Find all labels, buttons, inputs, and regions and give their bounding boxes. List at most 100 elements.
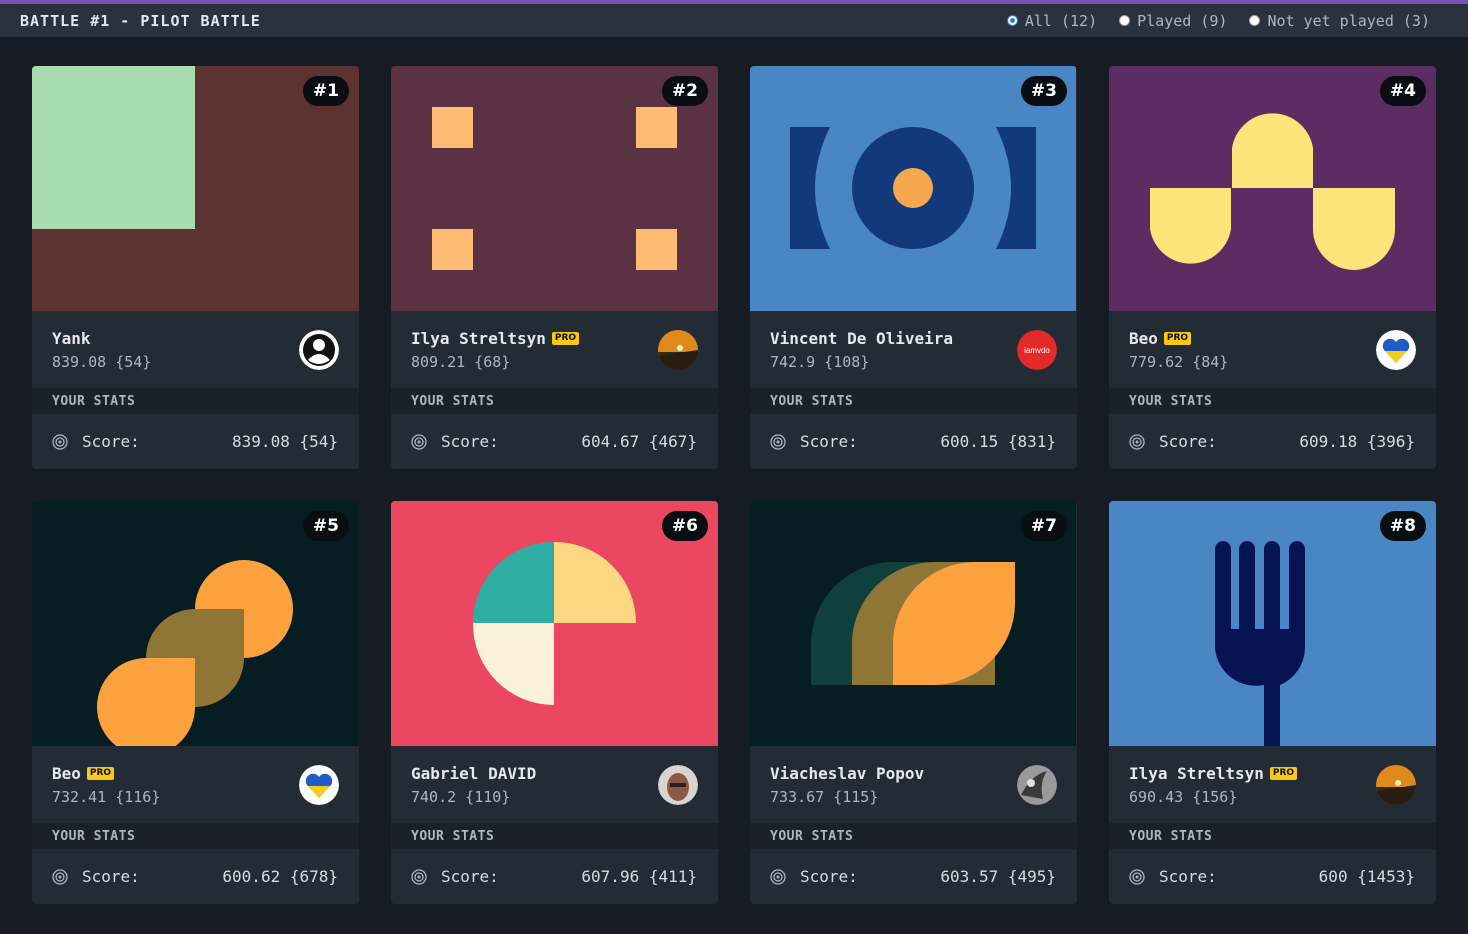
target-card[interactable]: #7 Viacheslav Popov 733.67 {115} YOUR ST… [750,501,1077,904]
your-score-value: 839.08 {54} [232,432,338,451]
target-icon [52,433,68,450]
your-stats-row: Score: 839.08 {54} [32,414,359,469]
player-info: Ilya Streltsyn PRO 809.21 {68} [391,311,718,388]
target-image[interactable]: #4 [1109,66,1436,311]
player-info: Vincent De Oliveira 742.9 {108} iamvdo [750,311,1077,388]
player-score: 779.62 {84} [1129,353,1229,371]
your-score-value: 600 {1453} [1318,867,1415,886]
target-icon [411,868,427,885]
target-image[interactable]: #2 [391,66,718,311]
target-card[interactable]: #6 Gabriel DAVID 740.2 {110} YOUR STATS … [391,501,718,904]
player-name[interactable]: Ilya Streltsyn PRO [411,329,580,348]
target-icon [1129,868,1145,885]
rank-badge: #1 [302,76,349,106]
player-name-text: Ilya Streltsyn [411,329,546,348]
player-info: Beo PRO 779.62 {84} [1109,311,1436,388]
rank-badge: #7 [1020,511,1067,541]
target-image[interactable]: #3 [750,66,1077,311]
filter-not-played[interactable]: Not yet played (3) [1249,12,1430,30]
player-name[interactable]: Viacheslav Popov [770,764,924,783]
score-label: Score: [441,867,499,886]
page-title: BATTLE #1 - PILOT BATTLE [20,11,261,30]
pro-badge: PRO [551,332,580,345]
target-grid: #1 Yank 839.08 {54} YOUR STATS Score: 83… [32,66,1436,904]
filter-played-label: Played (9) [1137,11,1228,30]
your-score-value: 600.62 {678} [222,867,338,886]
your-stats-row: Score: 607.96 {411} [391,849,718,904]
score-label: Score: [800,432,858,451]
filter-group: All (12) Played (9) Not yet played (3) [1006,12,1468,30]
top-bar: BATTLE #1 - PILOT BATTLE All (12) Played… [0,4,1468,37]
rank-badge: #8 [1379,511,1426,541]
your-score-value: 604.67 {467} [581,432,697,451]
player-name[interactable]: Yank [52,329,91,348]
score-label: Score: [800,867,858,886]
rank-badge: #6 [661,511,708,541]
heart-avatar[interactable] [1376,330,1416,370]
target-icon [1129,433,1145,450]
radio-played[interactable] [1119,15,1131,26]
pro-badge: PRO [1163,332,1192,345]
your-stats-heading: YOUR STATS [391,823,718,849]
target-image[interactable]: #7 [750,501,1077,746]
heart-avatar[interactable] [299,765,339,805]
target-card[interactable]: #5 Beo PRO 732.41 {116} YOUR STATS Score:… [32,501,359,904]
rank-badge: #3 [1020,76,1067,106]
your-stats-heading: YOUR STATS [750,388,1077,414]
your-stats-row: Score: 604.67 {467} [391,414,718,469]
radio-not-played[interactable] [1249,15,1261,26]
radio-all[interactable] [1006,15,1018,26]
pro-badge: PRO [86,767,115,780]
target-card[interactable]: #2 Ilya Streltsyn PRO 809.21 {68} YOUR ST… [391,66,718,469]
your-stats-row: Score: 600 {1453} [1109,849,1436,904]
your-stats-row: Score: 600.15 {831} [750,414,1077,469]
filter-all[interactable]: All (12) [1006,12,1097,30]
score-label: Score: [1159,432,1217,451]
target-image[interactable]: #1 [32,66,359,311]
your-stats-heading: YOUR STATS [32,823,359,849]
landscape-avatar[interactable] [658,330,698,370]
rank-badge: #4 [1379,76,1426,106]
player-name[interactable]: Gabriel DAVID [411,764,536,783]
player-score: 839.08 {54} [52,353,152,371]
target-image[interactable]: #6 [391,501,718,746]
target-icon [411,433,427,450]
player-name-text: Gabriel DAVID [411,764,537,783]
player-name[interactable]: Ilya Streltsyn PRO [1129,764,1298,783]
your-stats-heading: YOUR STATS [1109,823,1436,849]
target-card[interactable]: #4 Beo PRO 779.62 {84} YOUR STATS Score: … [1109,66,1436,469]
player-score: 742.9 {108} [770,353,870,371]
landscape-avatar[interactable] [1376,765,1416,805]
player-score: 740.2 {110} [411,788,511,806]
your-stats-row: Score: 603.57 {495} [750,849,1077,904]
player-name[interactable]: Vincent De Oliveira [770,329,953,348]
your-stats-heading: YOUR STATS [1109,388,1436,414]
person-avatar[interactable] [299,330,339,370]
filter-not-played-label: Not yet played (3) [1267,11,1430,30]
score-label: Score: [441,432,499,451]
player-name-text: Beo [52,764,81,783]
your-stats-heading: YOUR STATS [32,388,359,414]
target-icon [770,433,786,450]
your-score-value: 603.57 {495} [940,867,1056,886]
iamvdo-avatar[interactable]: iamvdo [1017,330,1057,370]
your-stats-heading: YOUR STATS [750,823,1077,849]
target-card[interactable]: #1 Yank 839.08 {54} YOUR STATS Score: 83… [32,66,359,469]
target-card[interactable]: #3 Vincent De Oliveira 742.9 {108} iamvd… [750,66,1077,469]
player-name-text: Ilya Streltsyn [1129,764,1264,783]
player-info: Gabriel DAVID 740.2 {110} [391,746,718,823]
player-score: 732.41 {116} [52,788,161,806]
bw-photo-avatar[interactable] [1017,765,1057,805]
target-card[interactable]: #8 Ilya Streltsyn PRO 690.43 {156} YOUR S… [1109,501,1436,904]
player-name-text: Viacheslav Popov [770,764,925,783]
target-image[interactable]: #8 [1109,501,1436,746]
score-label: Score: [82,432,140,451]
filter-played[interactable]: Played (9) [1119,12,1227,30]
player-score: 809.21 {68} [411,353,511,371]
target-image[interactable]: #5 [32,501,359,746]
player-name[interactable]: Beo PRO [52,764,115,783]
score-label: Score: [1159,867,1217,886]
photo-avatar[interactable] [658,765,698,805]
player-name[interactable]: Beo PRO [1129,329,1192,348]
target-icon [52,868,68,885]
